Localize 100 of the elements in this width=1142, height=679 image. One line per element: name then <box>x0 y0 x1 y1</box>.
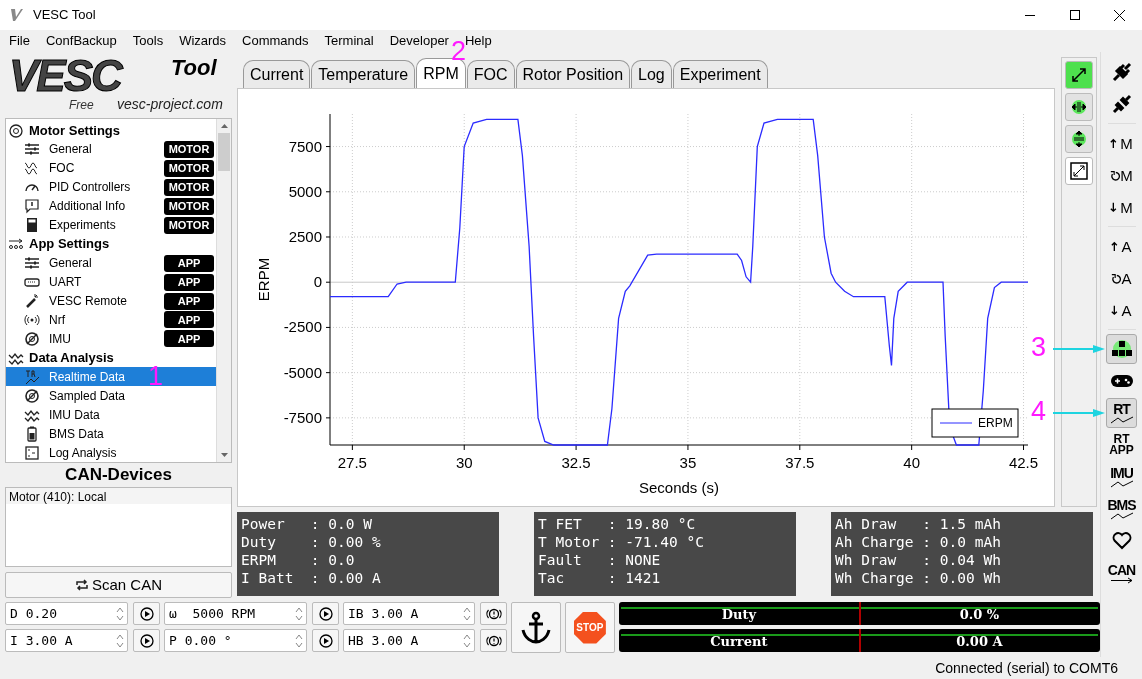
tree-item[interactable]: Realtime Data 1 <box>6 367 216 387</box>
minimize-icon <box>1024 14 1035 16</box>
tree-item[interactable]: Log Analysis <box>6 443 216 463</box>
toolbar-label: M <box>1120 199 1133 215</box>
toolbar-button[interactable]: A <box>1106 231 1137 261</box>
scrollbar[interactable] <box>216 119 231 462</box>
status-text: Connected (serial) to COMT6 <box>935 658 1118 678</box>
play-icon <box>139 606 154 621</box>
tree-item[interactable]: General MOTOR <box>6 140 216 159</box>
menu-item[interactable]: Terminal <box>318 31 380 51</box>
item-label: PID Controllers <box>49 179 131 197</box>
spin-box[interactable]: I 3.00 A <box>5 629 128 652</box>
sliders-icon <box>24 255 40 272</box>
spin-box[interactable]: HB 3.00 A <box>343 629 475 652</box>
refresh-icon <box>75 579 89 591</box>
apply-button[interactable] <box>133 602 160 625</box>
tree-item[interactable]: IMU APP <box>6 329 216 349</box>
section-label: Data Analysis <box>29 349 114 368</box>
rescale-icon <box>1068 160 1090 182</box>
spin-arrows-icon <box>294 632 304 649</box>
wand-icon <box>24 293 40 310</box>
tab[interactable]: Experiment <box>672 60 768 88</box>
toolbar-button[interactable]: IMU <box>1106 462 1137 492</box>
legend-label: ERPM <box>978 416 1013 430</box>
tree-item[interactable]: FOC MOTOR <box>6 158 216 178</box>
tree-item[interactable]: Nrf APP <box>6 310 216 330</box>
tick-label: 30 <box>455 454 473 471</box>
item-label: UART <box>49 274 82 292</box>
plot-tool-button[interactable] <box>1065 125 1093 153</box>
apply-button[interactable] <box>312 602 339 625</box>
play-icon <box>139 633 154 648</box>
tab[interactable]: FOC <box>466 60 515 88</box>
spin-box[interactable]: ω 5000 RPM <box>164 602 307 625</box>
tick-label: 32.5 <box>561 454 591 471</box>
plot-tool-button[interactable] <box>1065 61 1093 89</box>
toolbar-button[interactable]: M <box>1106 160 1137 190</box>
axis-title: ERPM <box>255 257 272 302</box>
toolbar-button[interactable]: BMS <box>1106 494 1137 524</box>
item-label: IMU <box>49 330 71 348</box>
apply-button[interactable] <box>312 629 339 652</box>
spin-box[interactable]: IB 3.00 A <box>343 602 475 625</box>
menu-item[interactable]: Commands <box>236 31 315 51</box>
badge: APP <box>164 292 214 310</box>
toolbar-label: CAN <box>1107 562 1136 577</box>
apply-button[interactable] <box>133 629 160 652</box>
toolbar-button[interactable]: CAN <box>1106 558 1137 588</box>
line-graph-icon <box>1109 480 1134 488</box>
badge: APP <box>164 311 214 329</box>
menu-item[interactable]: ConfBackup <box>39 31 123 51</box>
plot-tool-button[interactable] <box>1065 157 1093 185</box>
tab[interactable]: Temperature <box>311 60 416 88</box>
menu-item[interactable]: File <box>3 31 36 51</box>
spin-box[interactable]: P 0.00 ° <box>164 629 307 652</box>
tree-item[interactable]: Experiments MOTOR <box>6 215 216 235</box>
toolbar-label: IMU <box>1110 466 1133 480</box>
tick-label: -2500 <box>283 318 322 336</box>
tab[interactable]: Current <box>243 60 311 88</box>
toolbar-label: M <box>1120 135 1133 151</box>
tree-item[interactable]: UART APP <box>6 272 216 292</box>
brake-icon <box>485 634 502 647</box>
brake-button[interactable] <box>480 602 507 625</box>
plot-tool-button[interactable] <box>1065 93 1093 121</box>
tick-label: 27.5 <box>337 454 367 471</box>
readout-line: T FET : 19.80 °C <box>538 515 697 533</box>
tree-section[interactable]: App Settings <box>6 234 216 254</box>
spin-box[interactable]: D 0.20 <box>5 602 128 625</box>
tree-section[interactable]: Motor Settings <box>6 121 216 140</box>
toolbar-button[interactable]: M <box>1106 128 1137 158</box>
gauge-label: Duty <box>720 605 758 624</box>
tab[interactable]: Rotor Position <box>515 60 631 88</box>
item-label: VESC Remote <box>49 293 128 311</box>
readout-line: ERPM : 0.0 <box>241 551 356 569</box>
menu-item[interactable]: Wizards <box>173 31 233 51</box>
toolbar-button[interactable]: RT <box>1106 398 1137 428</box>
tree-item[interactable]: BMS Data <box>6 424 216 444</box>
toolbar-button[interactable]: M <box>1106 192 1137 222</box>
item-label: Nrf <box>49 311 65 329</box>
tree-item[interactable]: PID Controllers MOTOR <box>6 177 216 197</box>
badge: MOTOR <box>164 159 214 177</box>
tree-item[interactable]: VESC Remote APP <box>6 291 216 311</box>
toolbar-label: A <box>1121 238 1132 254</box>
heart-icon <box>1111 532 1132 550</box>
gear-icon <box>8 122 24 139</box>
tree-item[interactable]: IMU Data <box>6 405 216 425</box>
tab[interactable]: Log <box>631 60 672 88</box>
item-label: Additional Info <box>49 198 126 216</box>
tree-item[interactable]: General APP <box>6 253 216 273</box>
scan-can-button[interactable]: Scan CAN <box>5 572 232 598</box>
toolbar-button[interactable] <box>1106 334 1137 364</box>
brake-button[interactable] <box>480 629 507 652</box>
toolbar-label: M <box>1120 167 1133 183</box>
readout-line: T Motor : -71.40 °C <box>538 533 705 551</box>
tree-item[interactable]: Additional Info MOTOR <box>6 196 216 216</box>
anchor-button[interactable] <box>511 602 561 653</box>
toolbar-button[interactable]: A <box>1106 295 1137 325</box>
brake-icon <box>485 607 502 620</box>
toolbar-button[interactable]: A <box>1106 263 1137 293</box>
device-item[interactable]: Motor (410): Local <box>6 488 231 504</box>
scrollbar-thumb[interactable] <box>218 133 230 171</box>
menu-item[interactable]: Tools <box>126 31 170 51</box>
